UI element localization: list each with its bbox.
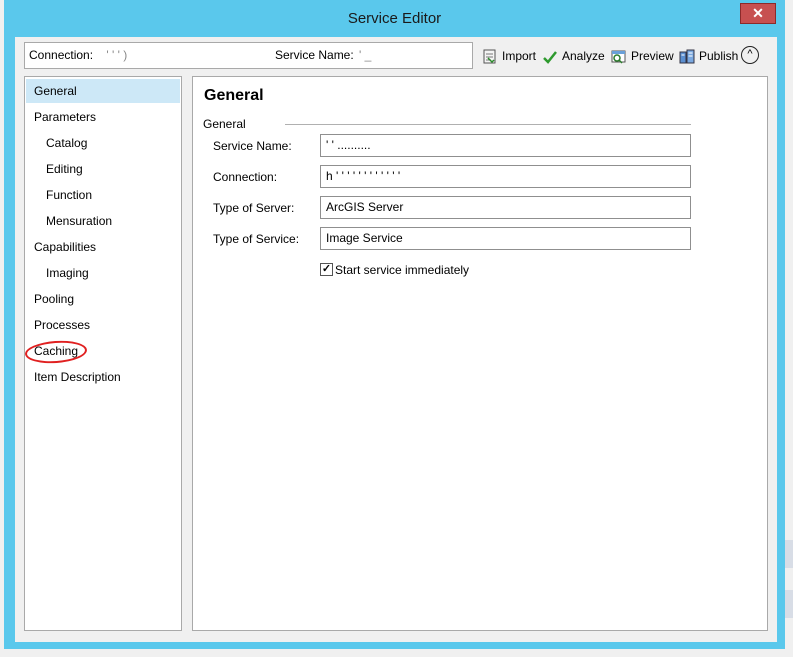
publish-button[interactable]: Publish <box>679 46 738 66</box>
import-label: Import <box>502 49 537 63</box>
chevron-up-icon: ^ <box>747 48 753 60</box>
nav-item-capabilities[interactable]: Capabilities <box>26 235 180 259</box>
service-name-input[interactable]: ' ' .......... <box>320 134 691 157</box>
connection-field-label: Connection: <box>213 170 278 184</box>
close-button[interactable]: ✕ <box>740 3 776 24</box>
client-area: Connection: ' ' ' ) Service Name: ' _ Im… <box>15 37 777 642</box>
nav-item-function[interactable]: Function <box>26 183 180 207</box>
panel-title: General <box>204 87 264 104</box>
service-name-field-label: Service Name: <box>213 139 292 153</box>
service-name-value: ' _ <box>359 48 372 62</box>
background-stripe <box>785 540 793 568</box>
general-panel: General General Service Name: ' ' ......… <box>192 76 768 631</box>
server-type-field-label: Type of Server: <box>213 201 295 215</box>
publish-label: Publish <box>699 49 739 63</box>
publish-icon <box>679 49 695 65</box>
analyze-button[interactable]: Analyze <box>542 46 605 66</box>
group-label: General <box>203 117 246 131</box>
preview-icon <box>611 49 627 65</box>
collapse-button[interactable]: ^ <box>741 46 759 64</box>
server-type-input[interactable]: ArcGIS Server <box>320 196 691 219</box>
nav-item-processes[interactable]: Processes <box>26 313 180 337</box>
start-immediately-checkbox[interactable]: ✓ <box>320 263 333 276</box>
connection-value: ' ' ' ) <box>106 48 128 62</box>
connection-service-bar: Connection: ' ' ' ) Service Name: ' _ <box>24 42 473 69</box>
nav-item-mensuration[interactable]: Mensuration <box>26 209 180 233</box>
start-immediately-label[interactable]: Start service immediately <box>335 263 469 277</box>
nav-item-general[interactable]: General <box>26 79 180 103</box>
title-bar[interactable]: Service Editor ✕ <box>4 0 785 37</box>
group-divider <box>285 124 691 125</box>
service-type-field-label: Type of Service: <box>213 232 300 246</box>
settings-nav: General Parameters Catalog Editing Funct… <box>24 76 182 631</box>
nav-item-parameters[interactable]: Parameters <box>26 105 180 129</box>
window-title: Service Editor <box>347 10 442 27</box>
nav-item-editing[interactable]: Editing <box>26 157 180 181</box>
nav-item-imaging[interactable]: Imaging <box>26 261 180 285</box>
background-stripe <box>785 590 793 618</box>
connection-input[interactable]: h ' ' ' ' ' ' ' ' ' ' ' ' <box>320 165 691 188</box>
preview-button[interactable]: Preview <box>611 46 674 66</box>
connection-label: Connection: <box>29 48 94 62</box>
preview-label: Preview <box>631 49 674 63</box>
service-type-input[interactable]: Image Service <box>320 227 691 250</box>
service-name-label: Service Name: <box>275 48 354 62</box>
nav-item-catalog[interactable]: Catalog <box>26 131 180 155</box>
analyze-label: Analyze <box>562 49 605 63</box>
service-editor-window: Service Editor ✕ Connection: ' ' ' ) Ser… <box>4 0 785 649</box>
checkmark-icon <box>542 49 558 65</box>
service-name-label-wrap: Service Name: ' _ <box>275 43 371 68</box>
nav-item-item-description[interactable]: Item Description <box>26 365 180 389</box>
import-button[interactable]: Import <box>482 46 536 66</box>
nav-item-pooling[interactable]: Pooling <box>26 287 180 311</box>
import-icon <box>482 49 498 65</box>
background-edge <box>785 0 793 657</box>
